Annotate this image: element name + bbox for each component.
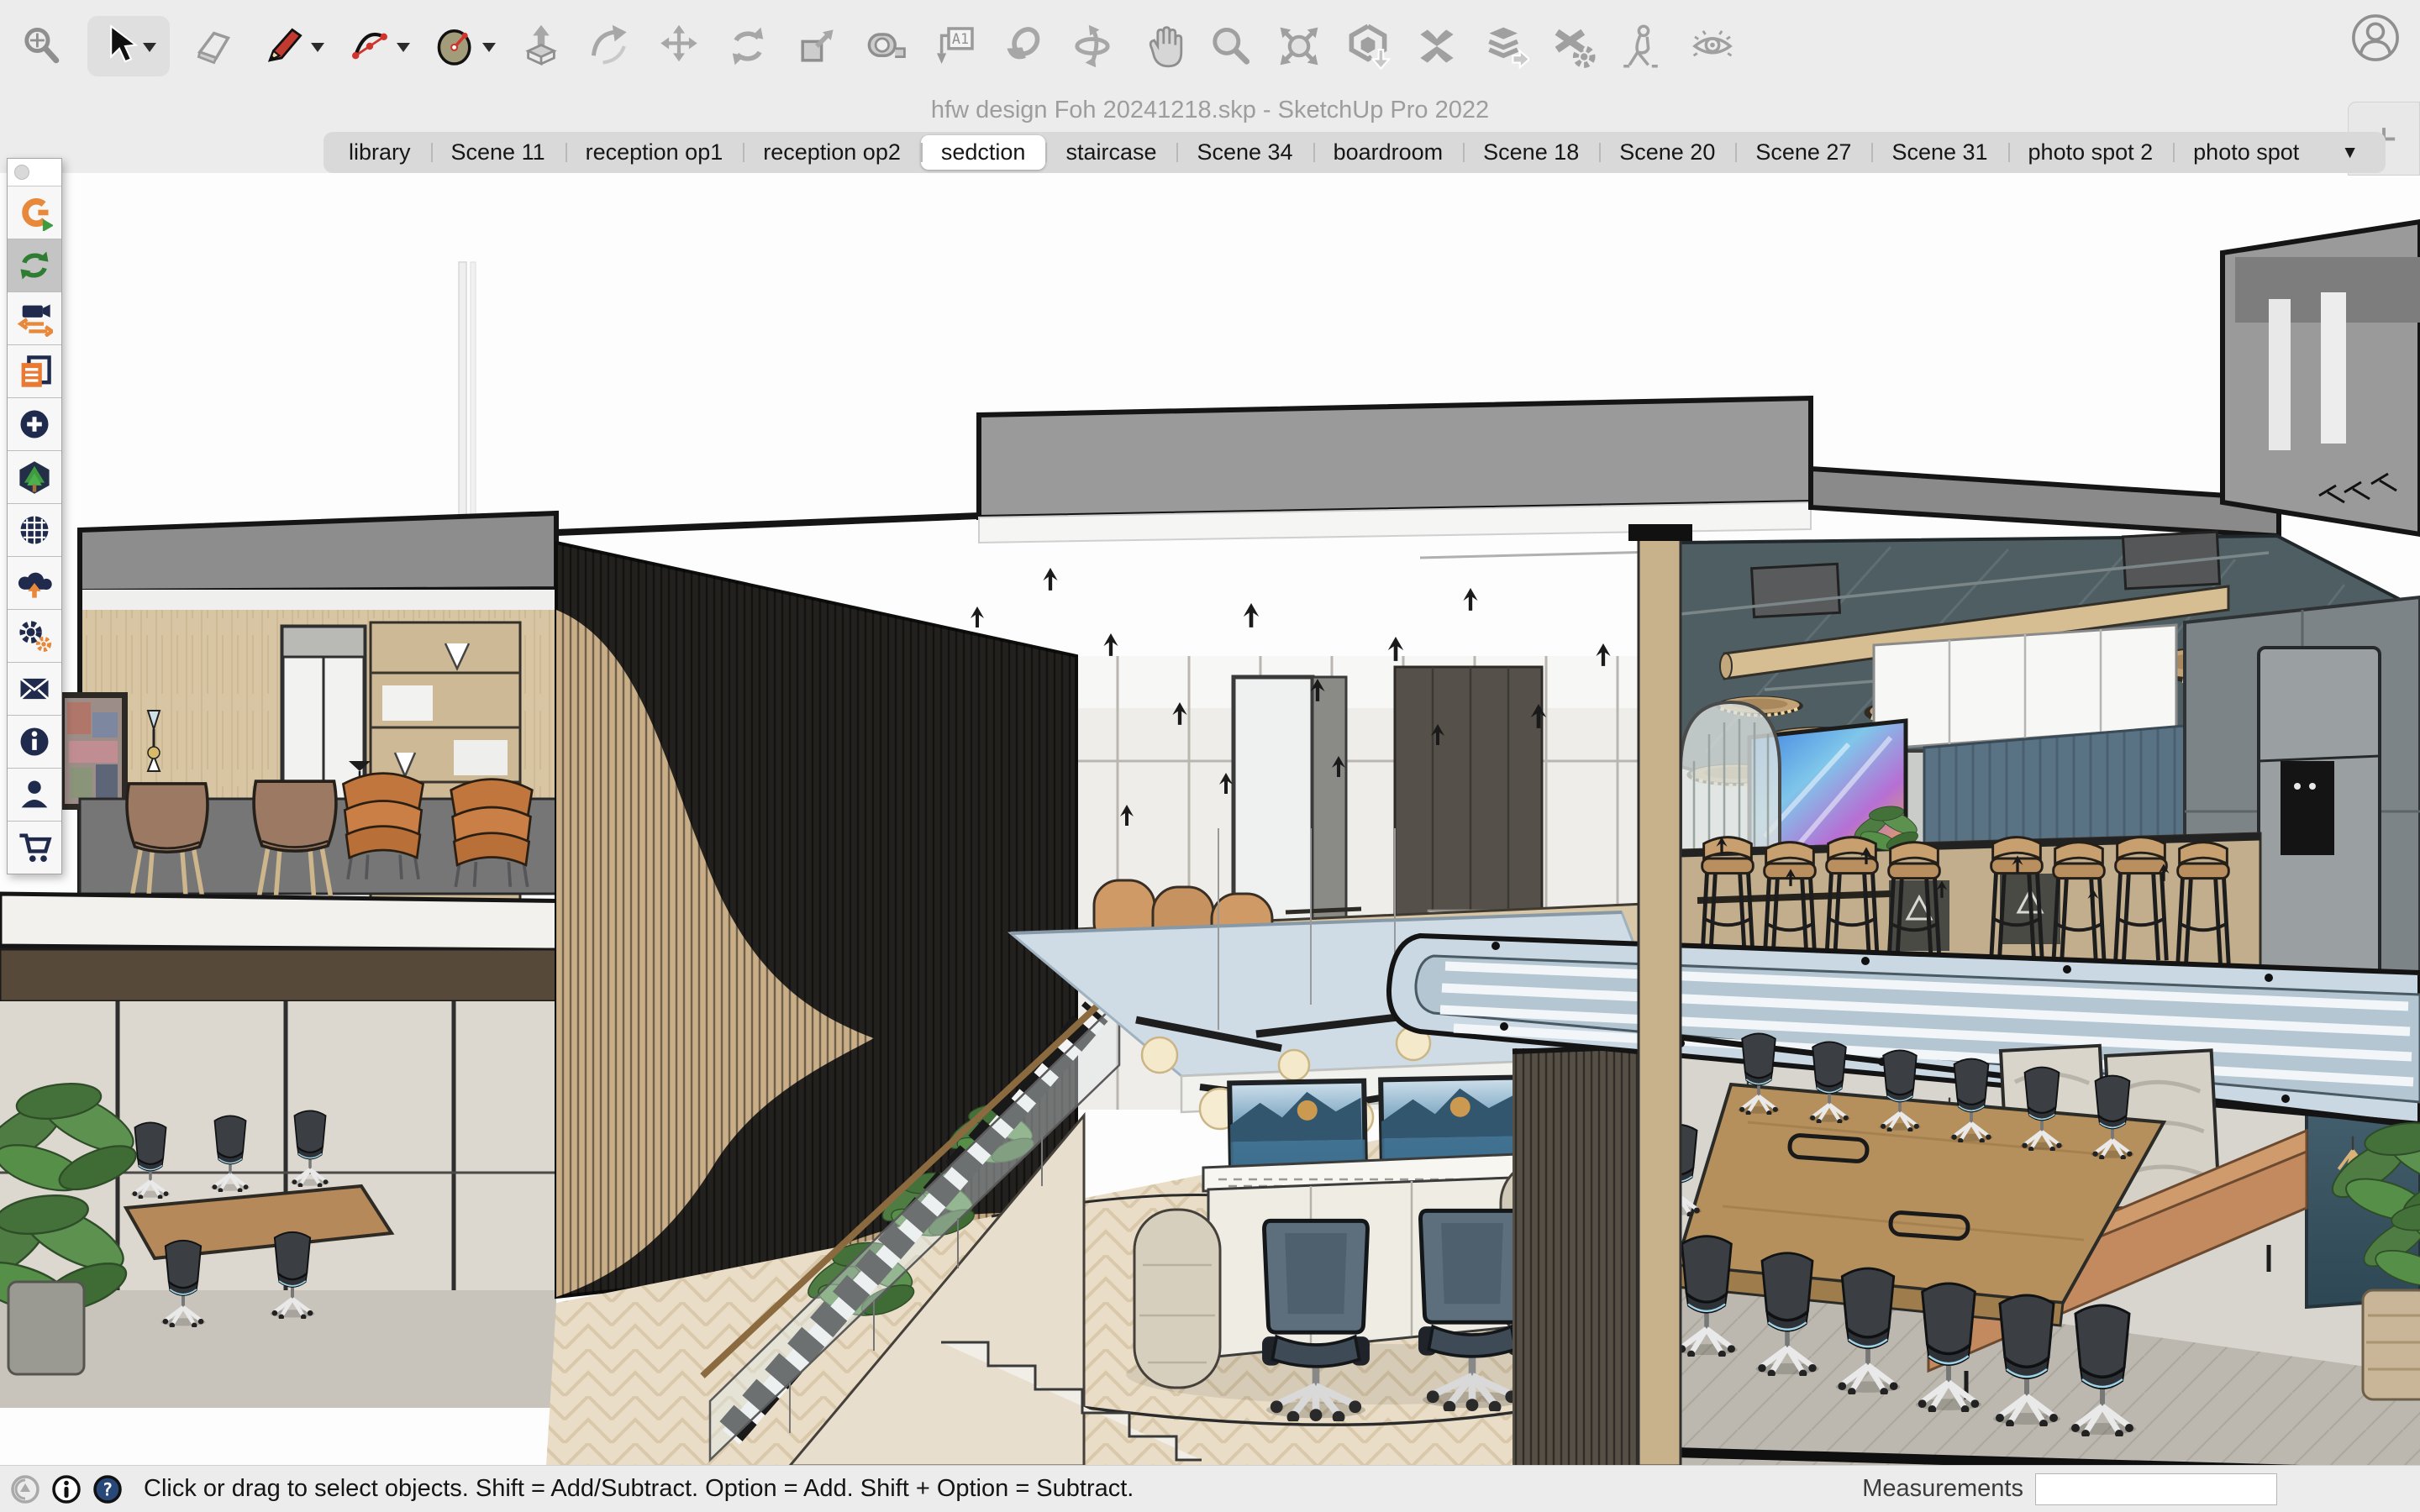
rotate-tool-button[interactable]: [724, 23, 771, 70]
extension-x-settings-icon[interactable]: [1551, 23, 1598, 70]
push-pull-tool-button[interactable]: [518, 23, 565, 70]
move-tool-button[interactable]: [655, 23, 702, 70]
enscape-add-object-button[interactable]: [8, 398, 61, 451]
enscape-settings-button[interactable]: [8, 610, 61, 663]
paint-bucket-tool-button[interactable]: [1000, 23, 1047, 70]
scene-tab-scene20[interactable]: Scene 20: [1599, 135, 1735, 170]
help-icon[interactable]: ?: [92, 1473, 124, 1505]
enscape-feedback-button[interactable]: [8, 663, 61, 716]
dimension-text-tool-button[interactable]: A1: [931, 23, 978, 70]
scene-tab-scene27[interactable]: Scene 27: [1735, 135, 1871, 170]
enscape-asset-library-button[interactable]: [8, 451, 61, 504]
enscape-cloud-upload-button[interactable]: [8, 557, 61, 610]
svg-text:?: ?: [103, 1479, 113, 1499]
info-icon[interactable]: [50, 1473, 82, 1505]
scale-tool-button[interactable]: [793, 23, 840, 70]
enscape-start-button[interactable]: [8, 186, 61, 239]
search-icon[interactable]: [18, 23, 66, 70]
eraser-tool-button[interactable]: [192, 23, 239, 70]
geolocation-icon[interactable]: [9, 1473, 41, 1505]
account-avatar-icon[interactable]: [2351, 13, 2400, 62]
sketchup-model-section-view: [0, 173, 2420, 1466]
circle-shape-icon: [432, 23, 479, 70]
pan-tool-button[interactable]: [1138, 23, 1185, 70]
tape-measure-tool-button[interactable]: [862, 23, 909, 70]
enscape-view-sync-button[interactable]: [8, 292, 61, 345]
measurements-input[interactable]: [2035, 1473, 2277, 1505]
select-arrow-icon: [96, 23, 143, 70]
palette-close-icon[interactable]: [14, 165, 29, 180]
main-toolbar: A1: [0, 0, 2420, 92]
enscape-palette: [7, 158, 62, 874]
enscape-store-button[interactable]: [8, 822, 61, 874]
extension-layers-export-icon[interactable]: [1482, 23, 1529, 70]
zoom-tool-button[interactable]: [1207, 23, 1254, 70]
scene-tab-scene34[interactable]: Scene 34: [1176, 135, 1313, 170]
select-tool-button[interactable]: [87, 16, 170, 76]
scene-tab-staircase[interactable]: staircase: [1045, 135, 1176, 170]
scene-partition-post: [1639, 533, 1681, 1466]
warehouse-download-icon[interactable]: [1344, 23, 1392, 70]
scene-tab-boardroom[interactable]: boardroom: [1313, 135, 1464, 170]
scene-tab-sedction[interactable]: sedction: [921, 135, 1046, 170]
enscape-panorama-button[interactable]: [8, 504, 61, 557]
shapes-dropdown-caret[interactable]: [482, 43, 496, 59]
svg-text:A1: A1: [952, 30, 969, 47]
enscape-batch-render-button[interactable]: [8, 345, 61, 398]
measurements-label: Measurements: [1862, 1475, 2023, 1503]
arc-icon: [346, 23, 393, 70]
status-message: Click or drag to select objects. Shift =…: [144, 1475, 1134, 1503]
zoom-extents-tool-button[interactable]: [1276, 23, 1323, 70]
extension-x-icon[interactable]: [1413, 23, 1460, 70]
line-tool-button[interactable]: [260, 23, 324, 70]
scene-slat-screen: [1512, 1047, 1645, 1466]
scene-wavy-slat-wall: [556, 534, 1077, 1332]
shapes-tool-button[interactable]: [432, 23, 496, 70]
scene-tab-scene18[interactable]: Scene 18: [1463, 135, 1599, 170]
arc-tool-button[interactable]: [346, 23, 410, 70]
window-title: hfw design Foh 20241218.skp - SketchUp P…: [0, 92, 2420, 128]
walk-tool-button[interactable]: [1620, 23, 1667, 70]
viewport-3d-scene[interactable]: [0, 173, 2420, 1466]
scene-tab-scene31[interactable]: Scene 31: [1871, 135, 2007, 170]
follow-me-tool-button[interactable]: [587, 23, 634, 70]
orbit-tool-button[interactable]: [1069, 23, 1116, 70]
enscape-account-button[interactable]: [8, 769, 61, 822]
enscape-about-button[interactable]: [8, 716, 61, 769]
line-dropdown-caret[interactable]: [311, 43, 324, 59]
look-around-eye-icon[interactable]: [1689, 23, 1736, 70]
palette-header[interactable]: [8, 159, 61, 186]
arc-dropdown-caret[interactable]: [397, 43, 410, 59]
pencil-icon: [260, 23, 308, 70]
enscape-live-update-button[interactable]: [8, 239, 61, 292]
scene-tab-reception-op1[interactable]: reception op1: [566, 135, 744, 170]
scene-tabs-bar: library Scene 11 reception op1 reception…: [324, 132, 2386, 173]
scene-tab-photo-spot-2[interactable]: photo spot 2: [2008, 135, 2174, 170]
scene-tab-photo-spot[interactable]: photo spot: [2173, 135, 2319, 170]
scene-tab-library[interactable]: library: [329, 135, 431, 170]
select-dropdown-caret[interactable]: [143, 43, 156, 59]
scene-tab-reception-op2[interactable]: reception op2: [743, 135, 921, 170]
status-bar: ? Click or drag to select objects. Shift…: [0, 1465, 2420, 1512]
scene-tab-scene11[interactable]: Scene 11: [431, 135, 566, 170]
scene-tabs-overflow-button[interactable]: ▼: [2319, 143, 2381, 163]
